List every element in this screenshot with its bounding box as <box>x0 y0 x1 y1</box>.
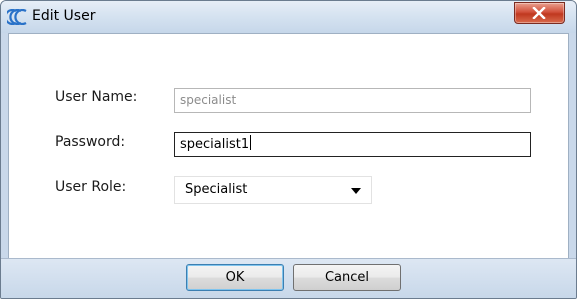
edit-user-dialog: Edit User User Name: specialist Password… <box>0 0 577 299</box>
app-logo-icon <box>4 8 29 26</box>
user-role-label: User Role: <box>55 179 127 195</box>
cancel-button[interactable]: Cancel <box>293 264 401 291</box>
dropdown-arrow-icon <box>351 188 361 194</box>
dialog-footer: OK Cancel <box>1 258 576 298</box>
username-label: User Name: <box>55 89 138 105</box>
password-value: specialist1 <box>180 137 250 152</box>
ok-button[interactable]: OK <box>186 264 284 291</box>
close-icon <box>532 7 546 19</box>
password-field[interactable]: specialist1 <box>174 132 531 157</box>
window-title: Edit User <box>32 8 96 24</box>
username-field[interactable]: specialist <box>174 88 531 113</box>
user-role-selected-value: Specialist <box>185 182 248 197</box>
text-cursor <box>250 135 252 150</box>
password-label: Password: <box>55 134 126 150</box>
close-button[interactable] <box>514 2 565 24</box>
user-role-select[interactable]: Specialist <box>174 176 372 204</box>
form-panel: User Name: specialist Password: speciali… <box>8 33 569 259</box>
title-bar[interactable]: Edit User <box>1 1 576 33</box>
